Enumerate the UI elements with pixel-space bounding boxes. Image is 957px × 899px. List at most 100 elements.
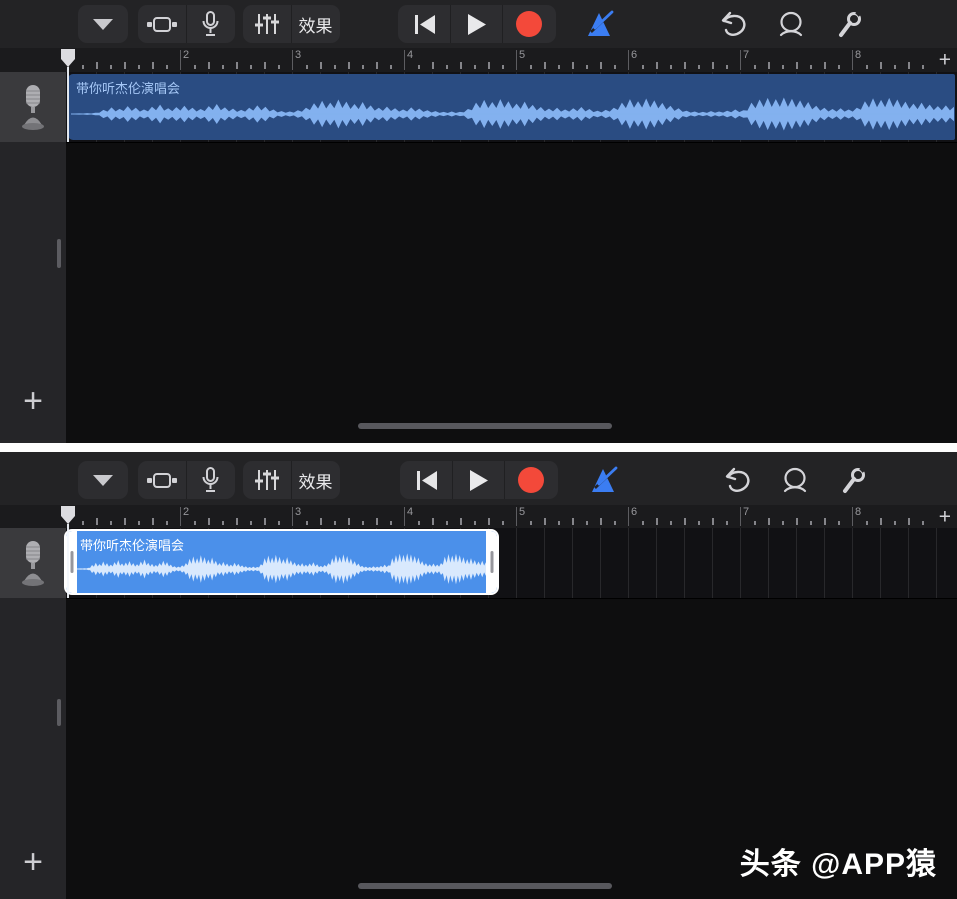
ruler-tick (194, 521, 196, 525)
ruler-tick (138, 521, 140, 525)
display-mode-button[interactable] (138, 5, 186, 43)
view-input-group (138, 461, 235, 499)
ruler-tick (824, 518, 826, 525)
ruler-tick (194, 65, 196, 69)
ruler-tick (460, 518, 462, 525)
trim-handle-right[interactable] (486, 531, 497, 593)
beat-gridline (684, 528, 685, 598)
input-mic-button[interactable] (186, 5, 234, 43)
metronome-button[interactable] (578, 5, 620, 43)
studio-microphone-icon (16, 539, 50, 587)
effects-label: 效果 (299, 12, 333, 37)
ruler-tick (894, 65, 896, 69)
song-sections-button[interactable] (78, 5, 128, 43)
effects-button[interactable]: 效果 (291, 5, 339, 43)
ruler-tick (96, 62, 98, 69)
track-controls-button[interactable] (243, 461, 291, 499)
bar-number: 6 (631, 49, 637, 61)
ruler-zoom-plus-button[interactable]: + (939, 50, 951, 71)
track-controls-button[interactable] (243, 5, 291, 43)
waveform (71, 92, 954, 136)
play-icon (468, 469, 489, 492)
track-row: 带你听杰伦演唱会 (0, 72, 957, 142)
view-input-group (138, 5, 235, 43)
settings-button[interactable] (832, 461, 874, 499)
metronome-button[interactable] (582, 461, 624, 499)
ruler-tick (866, 65, 868, 69)
ruler-tick (208, 62, 210, 69)
vertical-scrollbar[interactable] (57, 699, 61, 726)
add-track-button[interactable]: + (15, 383, 51, 419)
ruler-tick (544, 62, 546, 69)
add-track-button[interactable]: + (15, 844, 51, 880)
bar-line (292, 50, 293, 70)
rewind-button[interactable] (400, 461, 452, 499)
ruler-tick (922, 521, 924, 525)
vertical-scrollbar[interactable] (57, 239, 61, 268)
bar-line (740, 507, 741, 526)
beat-gridline (796, 528, 797, 598)
effects-button[interactable]: 效果 (291, 461, 339, 499)
play-button[interactable] (450, 5, 502, 43)
bar-line (404, 507, 405, 526)
rewind-button[interactable] (398, 5, 450, 43)
bar-line (292, 507, 293, 526)
undo-button[interactable] (712, 5, 754, 43)
input-mic-button[interactable] (186, 461, 234, 499)
horizontal-scrollbar[interactable] (358, 423, 612, 429)
track-header[interactable] (0, 72, 66, 143)
ruler-tick (474, 65, 476, 69)
loop-browser-button[interactable] (770, 5, 812, 43)
settings-button[interactable] (828, 5, 870, 43)
ruler-tick (768, 62, 770, 69)
ruler-tick (390, 521, 392, 525)
ruler-tick (418, 521, 420, 525)
audio-region[interactable]: 带你听杰伦演唱会 (68, 74, 955, 140)
beat-gridline (768, 528, 769, 598)
undo-button[interactable] (716, 461, 758, 499)
record-icon (516, 11, 542, 37)
bar-number: 7 (743, 506, 749, 518)
record-button[interactable] (502, 5, 554, 43)
ruler-tick (558, 521, 560, 525)
ruler-tick (348, 518, 350, 525)
skip-to-start-icon (415, 470, 438, 491)
ruler-tick (362, 521, 364, 525)
beat-gridline (740, 528, 741, 598)
play-button[interactable] (452, 461, 504, 499)
ruler-tick (278, 521, 280, 525)
ruler-zoom-plus-button[interactable]: + (939, 506, 951, 527)
bar-ruler[interactable]: + 2345678 (0, 48, 957, 72)
record-button[interactable] (504, 461, 556, 499)
track-lane[interactable]: 带你听杰伦演唱会 (66, 72, 957, 143)
ruler-tick (600, 62, 602, 69)
ruler-tick (684, 62, 686, 69)
wrench-icon (840, 466, 866, 494)
ruler-tick (586, 65, 588, 69)
playhead-marker[interactable] (61, 506, 75, 525)
screenshot-divider (0, 443, 957, 452)
ruler-tick (250, 521, 252, 525)
track-row: 带你听杰伦演唱会 (0, 528, 957, 598)
effects-label: 效果 (299, 468, 333, 493)
playhead-marker[interactable] (61, 49, 75, 68)
bar-line (628, 50, 629, 70)
horizontal-scrollbar[interactable] (358, 883, 612, 889)
ruler-tick (712, 62, 714, 69)
bar-line (180, 507, 181, 526)
ruler-tick (82, 65, 84, 69)
beat-gridline (516, 528, 517, 598)
song-sections-button[interactable] (78, 461, 128, 499)
beat-gridline (880, 528, 881, 598)
display-mode-button[interactable] (138, 461, 186, 499)
ruler-tick (446, 65, 448, 69)
track-header[interactable] (0, 528, 66, 599)
ruler-tick (712, 518, 714, 525)
loop-browser-button[interactable] (774, 461, 816, 499)
ruler-tick (922, 65, 924, 69)
undo-icon (719, 11, 747, 37)
ruler-tick (222, 65, 224, 69)
selected-audio-region[interactable]: 带你听杰伦演唱会 (64, 529, 499, 595)
bar-ruler[interactable]: + 2345678 (0, 505, 957, 528)
track-lane[interactable]: 带你听杰伦演唱会 (66, 528, 957, 599)
